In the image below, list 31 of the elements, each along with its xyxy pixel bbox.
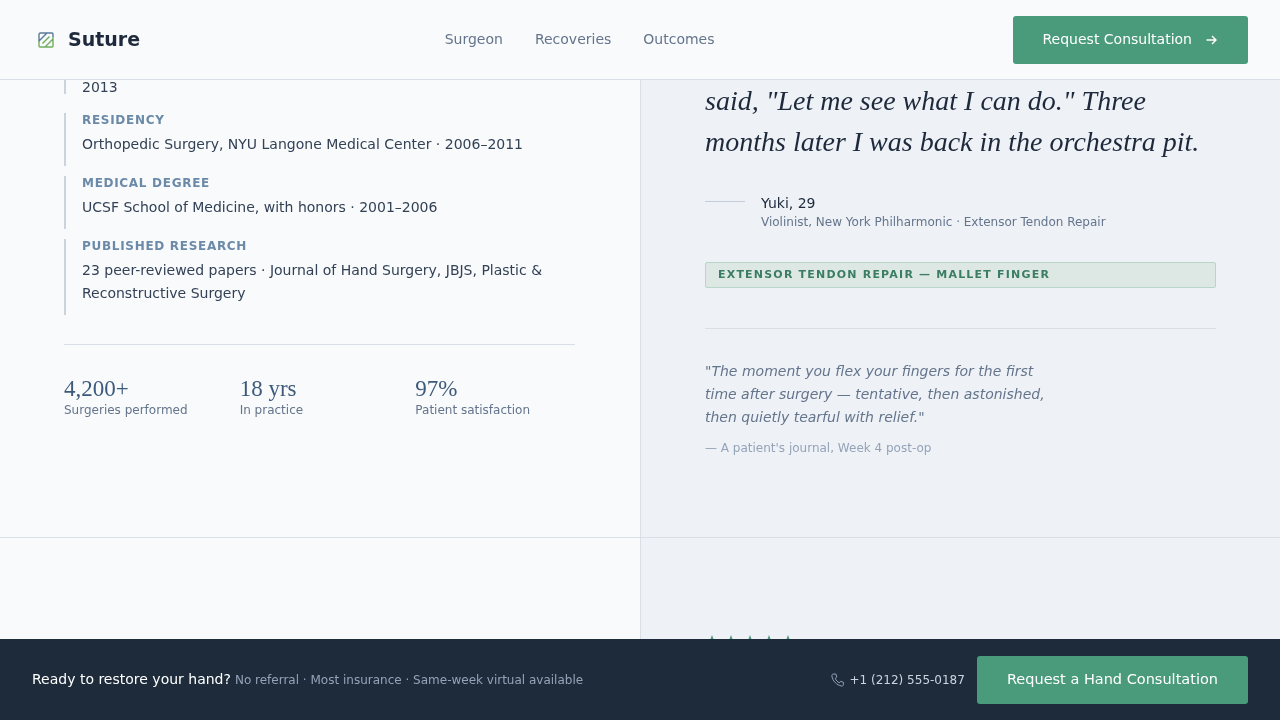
logo-icon [38, 31, 54, 48]
stat-label: Surgeries performed [64, 402, 189, 418]
credential-detail: Orthopedic Surgery, NYU Langone Medical Center · 2006–2011 [82, 135, 524, 154]
patient-details: Violinist, New York Philharmonic · Extensor Tendon Repair [761, 214, 1106, 231]
cta-headline: Ready to restore your hand? [32, 670, 231, 689]
credential-detail: 23 peer-reviewed papers · Journal of Hand Surgery, JBJS, Plastic & Reconstructive Surgery [82, 261, 544, 303]
journal-source: — A patient's journal, Week 4 post-op [705, 440, 933, 457]
nav-link[interactable]: Surgeon [444, 29, 503, 50]
cta-note: No referral · Most insurance · Same-week virtual available [234, 672, 584, 689]
testimonial-quote: said, "Let me see what I can do." Three months later I was back in the orchestra pit. [705, 84, 1201, 159]
credential-label: PUBLISHED RESEARCH [82, 239, 249, 253]
request-hand-consultation-button[interactable]: Request a Hand Consultation [976, 655, 1248, 704]
nav-link[interactable]: Outcomes [643, 29, 715, 50]
phone-number[interactable]: +1 (212) 555-0187 [849, 670, 965, 689]
nav-link[interactable]: Recoveries [534, 29, 612, 50]
credential-detail: UCSF School of Medicine, with honors · 2001–2006 [82, 198, 439, 217]
credential-label: RESIDENCY [82, 113, 166, 127]
arrow-right-icon [1206, 34, 1217, 45]
journal-quote: "The moment you flex your fingers for the first time after surgery — tentative, then astonished, then quietly tearful with relief." [705, 362, 1046, 427]
credential-label: MEDICAL DEGREE [82, 176, 211, 190]
request-consultation-button[interactable]: Request Consultation [1012, 15, 1248, 64]
procedure-tag: EXTENSOR TENDON REPAIR — MALLET FINGER [705, 262, 1216, 288]
brand-name: Suture [68, 27, 141, 53]
stat-label: Patient satisfaction [415, 402, 531, 418]
stat-value: 18 yrs [239, 376, 298, 402]
phone-icon [830, 672, 844, 687]
stat-value: 97% [415, 376, 459, 402]
patient-name: Yuki, 29 [761, 194, 817, 213]
stat-value: 4,200+ [64, 376, 130, 402]
credential-detail: 2013 [82, 80, 119, 94]
stat-label: In practice [239, 402, 305, 418]
